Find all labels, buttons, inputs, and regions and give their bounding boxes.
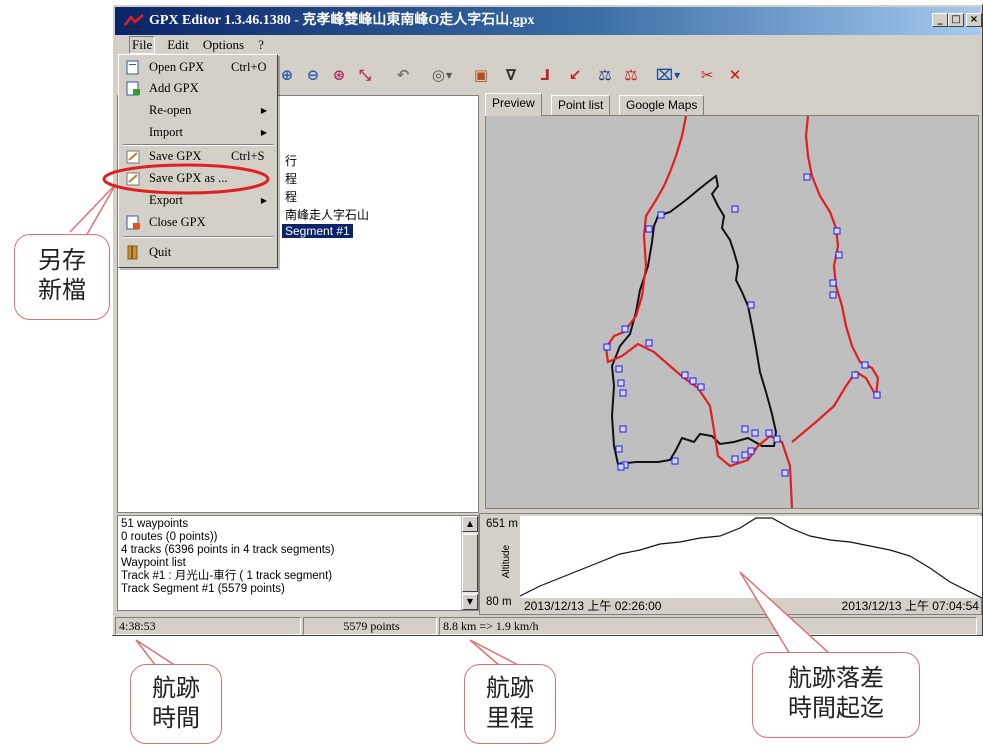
tab-preview[interactable]: Preview: [485, 93, 542, 116]
undo-icon[interactable]: ↶: [391, 63, 415, 87]
reverse-track-icon[interactable]: ↙: [563, 63, 587, 87]
info-panel: 51 waypoints 0 routes (0 points)) 4 trac…: [117, 515, 479, 611]
track-preview-canvas: [603, 115, 881, 509]
add-file-icon: [126, 81, 140, 96]
close-file-icon: [126, 215, 140, 230]
highlight-ellipse: [102, 163, 270, 195]
altitude-line: [519, 517, 983, 599]
scroll-up-icon[interactable]: ▲: [462, 516, 478, 532]
menu-item-close-gpx[interactable]: Close GPX: [121, 212, 275, 233]
join-track-icon[interactable]: ⚖: [619, 63, 643, 87]
zoom-select-icon[interactable]: ⤡: [353, 63, 377, 87]
submenu-arrow-icon: ▶: [260, 106, 267, 115]
menu-file[interactable]: File: [129, 36, 156, 54]
app-logo-icon: [124, 14, 144, 28]
status-points: 5579 points: [303, 617, 437, 635]
zoom-fit-icon[interactable]: ⊛: [327, 63, 351, 87]
tab-google-maps[interactable]: Google Maps: [619, 95, 705, 115]
track-preview-map[interactable]: [485, 115, 979, 509]
zoom-out-icon[interactable]: ⊖: [301, 63, 325, 87]
altitude-min-label: 80 m: [486, 596, 512, 608]
menu-options[interactable]: Options: [201, 37, 246, 53]
menu-item-import[interactable]: Import ▶: [121, 122, 275, 143]
callout-track-time: 航跡 時間: [130, 664, 222, 744]
split-track-icon[interactable]: ⅃: [533, 63, 557, 87]
menu-item-open-gpx[interactable]: Open GPX Ctrl+O: [121, 57, 275, 78]
track-red-left: [604, 115, 794, 509]
status-bar: 4:38:53 5579 points 8.8 km => 1.9 km/h: [115, 617, 980, 635]
menu-item-reopen[interactable]: Re-open ▶: [121, 100, 275, 121]
altitude-profile: 651 m Altitude 80 m 2013/12/13 上午 02:26:…: [479, 513, 983, 615]
minimize-button[interactable]: _: [932, 13, 948, 27]
compress-dropdown-icon[interactable]: ⌧ ▼: [651, 63, 685, 87]
close-window-button[interactable]: ×: [966, 13, 982, 27]
zoom-in-icon[interactable]: ⊕: [275, 63, 299, 87]
status-duration: 4:38:53: [115, 617, 301, 635]
tree-item[interactable]: 南峰走人字石山: [285, 206, 369, 223]
track-red-right: [791, 115, 880, 443]
quit-icon: [127, 245, 138, 260]
menu-edit[interactable]: Edit: [165, 37, 191, 53]
altitude-end-time: 2013/12/13 上午 07:04:54: [841, 599, 979, 613]
scroll-down-icon[interactable]: ▼: [462, 594, 478, 610]
window-title: GPX Editor 1.3.46.1380 - 克孝峰雙峰山東南峰O走人字石山…: [149, 13, 535, 28]
submenu-arrow-icon: ▶: [260, 128, 267, 137]
menu-separator: [123, 236, 273, 238]
tree-item[interactable]: 程: [285, 170, 297, 187]
info-line: 4 tracks (6396 points in 4 track segment…: [121, 544, 335, 556]
callout-track-distance: 航跡 里程: [464, 664, 556, 744]
info-scrollbar[interactable]: ▲ ▼: [461, 516, 478, 610]
filter-icon[interactable]: ∇: [499, 63, 523, 87]
title-bar: GPX Editor 1.3.46.1380 - 克孝峰雙峰山東南峰O走人字石山…: [115, 7, 982, 35]
merge-track-icon[interactable]: ⚖: [593, 63, 617, 87]
status-distance-speed: 8.8 km => 1.9 km/h: [439, 617, 977, 635]
info-line: 51 waypoints: [121, 518, 189, 530]
callout-altitude-time: 航跡落差 時間起迄: [752, 652, 920, 738]
delete-points-icon[interactable]: ✂: [695, 63, 719, 87]
altitude-plot: [519, 517, 983, 599]
scroll-thumb[interactable]: [462, 534, 478, 592]
delete-icon[interactable]: ✕: [723, 63, 747, 87]
tab-point-list[interactable]: Point list: [551, 95, 611, 115]
tree-item-selected-segment[interactable]: Segment #1: [282, 224, 353, 238]
document-icon[interactable]: ▣: [469, 63, 493, 87]
altitude-chart-area: [519, 516, 983, 599]
menu-bar: File Edit Options ?: [115, 35, 980, 55]
open-file-icon: [126, 60, 139, 75]
altitude-start-time: 2013/12/13 上午 02:26:00: [524, 599, 662, 613]
view-dropdown-icon[interactable]: ◎ ▼: [425, 63, 459, 87]
maximize-button[interactable]: □: [948, 13, 964, 27]
altitude-axis-label: Altitude: [501, 544, 513, 579]
tree-item[interactable]: 程: [285, 188, 297, 205]
menu-item-add-gpx[interactable]: Add GPX: [121, 78, 275, 99]
menu-help[interactable]: ?: [256, 37, 266, 53]
altitude-max-label: 651 m: [486, 518, 518, 530]
track-black: [610, 174, 778, 466]
callout-save-as: 另存 新檔: [14, 234, 110, 320]
tree-item[interactable]: 行: [285, 152, 297, 169]
info-line: Track #1 : 月光山-車行 ( 1 track segment): [121, 570, 333, 582]
info-line: Track Segment #1 (5579 points): [121, 583, 285, 595]
info-line: Waypoint list: [121, 557, 186, 569]
menu-item-quit[interactable]: Quit: [121, 242, 275, 263]
info-line: 0 routes (0 points)): [121, 531, 218, 543]
